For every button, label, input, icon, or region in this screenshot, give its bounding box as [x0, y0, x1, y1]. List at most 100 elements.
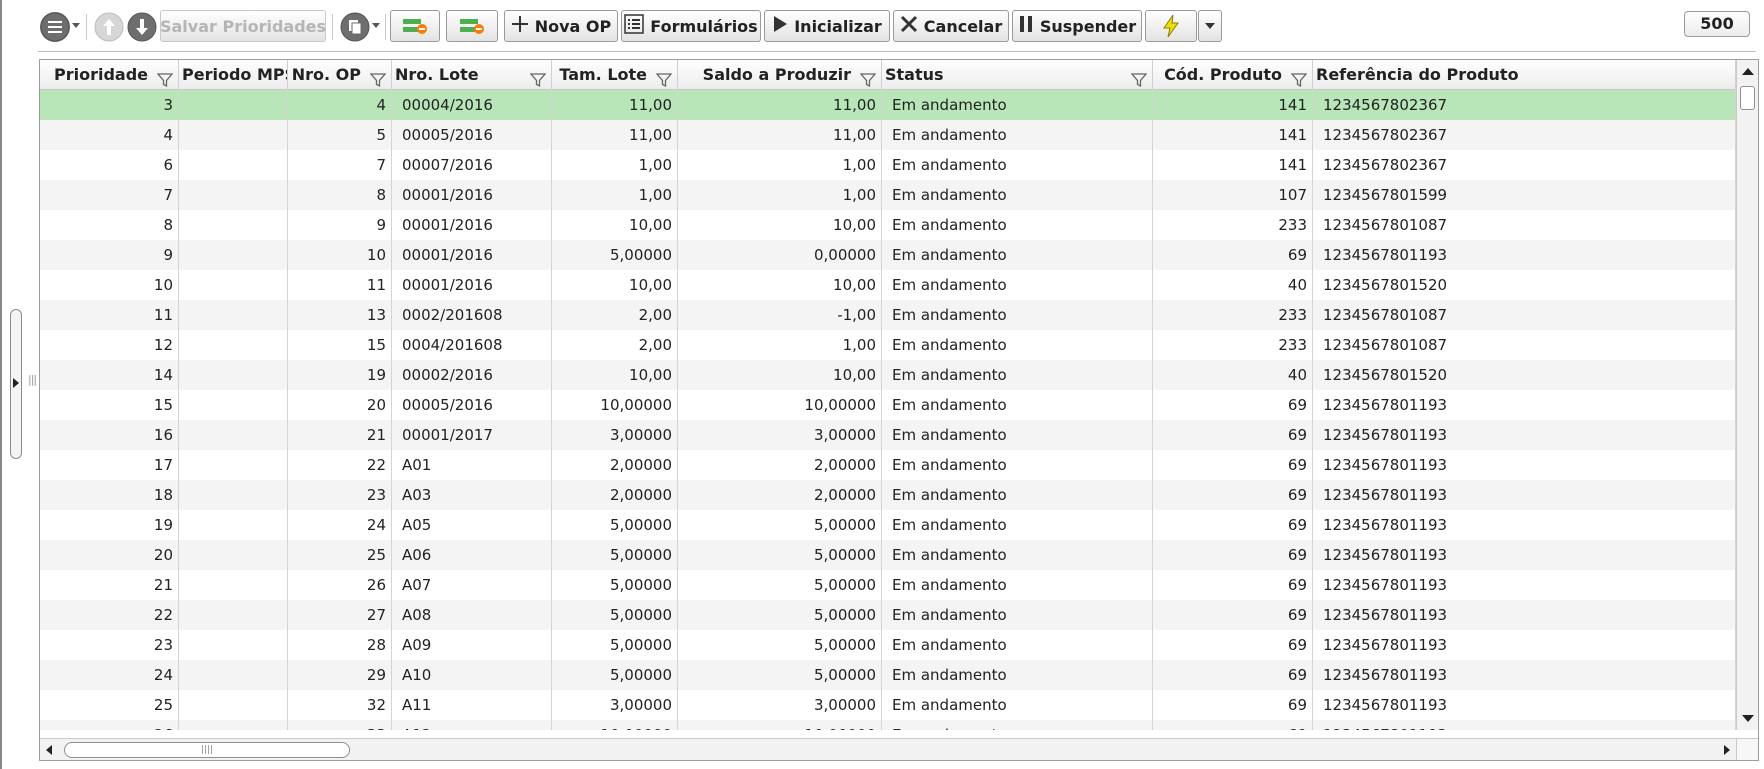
table-cell: Em andamento: [892, 576, 1007, 594]
column-header-label: Nro. Lote: [395, 65, 479, 84]
chevron-down-icon: [1205, 23, 1215, 29]
remove-row-alt-button[interactable]: [446, 10, 498, 42]
table-cell: 2,00000: [813, 456, 876, 474]
filter-icon[interactable]: [1130, 68, 1148, 88]
table-cell: [189, 630, 286, 660]
arrow-down-icon[interactable]: [127, 12, 157, 42]
table-row[interactable]: 8 9 00001/2016 10,00 10,00 Em andamento 233 123…: [40, 210, 1736, 240]
table-cell: Em andamento: [892, 396, 1007, 414]
list-menu-icon[interactable]: [40, 12, 70, 42]
filter-icon[interactable]: [859, 68, 877, 88]
table-row[interactable]: 23 28 A09 5,00000 5,00000 Em andamento 69 12345…: [40, 630, 1736, 660]
table-row[interactable]: 20 25 A06 5,00000 5,00000 Em andamento 69 12345…: [40, 540, 1736, 570]
table-cell: 00004/2016: [402, 96, 493, 114]
header-col-saldo-a-produzir[interactable]: Saldo a Produzir: [678, 60, 882, 90]
table-row[interactable]: 12 15 0004/201608 2,00 1,00 Em andamento 233 12…: [40, 330, 1736, 360]
vertical-scrollbar[interactable]: [1736, 60, 1758, 730]
table-row[interactable]: 11 13 0002/201608 2,00 -1,00 Em andamento 233 1…: [40, 300, 1736, 330]
scroll-right-icon[interactable]: [1724, 745, 1730, 755]
copy-document-icon[interactable]: [340, 12, 370, 42]
table-cell: 1234567801193: [1323, 546, 1448, 564]
chevron-down-icon[interactable]: [72, 23, 80, 28]
table-cell: 11,00: [629, 126, 672, 144]
table-row[interactable]: 3 4 00004/2016 11,00 11,00 Em andamento 141 123…: [40, 90, 1736, 120]
filter-icon[interactable]: [1290, 68, 1308, 88]
header-col-periodo-mps[interactable]: Periodo MPS: [179, 60, 288, 90]
toolbar-separator: [385, 14, 386, 40]
horizontal-scroll-thumb[interactable]: ||||: [64, 742, 350, 758]
table-row[interactable]: 14 19 00002/2016 10,00 10,00 Em andamento 40 12…: [40, 360, 1736, 390]
side-panel-toggle[interactable]: [10, 309, 22, 459]
table-row[interactable]: 7 8 00001/2016 1,00 1,00 Em andamento 107 12345…: [40, 180, 1736, 210]
table-cell: 18: [153, 486, 173, 504]
table-cell: 69: [1287, 246, 1307, 264]
table-cell: 5: [376, 126, 386, 144]
table-cell: 5,00000: [609, 666, 672, 684]
column-header-label: Prioridade: [53, 65, 148, 84]
table-cell: [189, 270, 286, 300]
play-icon: [772, 15, 788, 37]
table-row[interactable]: 9 10 00001/2016 5,00000 0,00000 Em andamento 6…: [40, 240, 1736, 270]
save-priorities-button[interactable]: Salvar Prioridades: [160, 10, 326, 42]
table-row[interactable]: 18 23 A03 2,00000 2,00000 Em andamento 69 12345…: [40, 480, 1736, 510]
header-col-tam-lote[interactable]: Tam. Lote: [552, 60, 678, 90]
table-cell: [189, 570, 286, 600]
filter-icon[interactable]: [529, 68, 547, 88]
table-cell: 0,00000: [813, 246, 876, 264]
table-cell: 10,00000: [552, 720, 672, 730]
table-cell: 1234567801193: [1323, 246, 1448, 264]
header-col-cod-produto[interactable]: Cód. Produto: [1153, 60, 1313, 90]
scroll-down-icon[interactable]: [1742, 715, 1754, 722]
header-col-nro-op[interactable]: Nro. OP: [288, 60, 392, 90]
new-op-button[interactable]: Nova OP: [504, 10, 618, 42]
table-row[interactable]: 17 22 A01 2,00000 2,00000 Em andamento 69 12345…: [40, 450, 1736, 480]
plus-icon: [511, 15, 529, 37]
table-cell: 141: [1278, 126, 1307, 144]
table-cell: Em andamento: [892, 306, 1007, 324]
table-cell: 1,00: [842, 156, 876, 174]
table-row[interactable]: 6 7 00007/2016 1,00 1,00 Em andamento 141 12345…: [40, 150, 1736, 180]
resize-grip-icon[interactable]: |||: [28, 373, 37, 386]
table-cell: 19: [153, 516, 173, 534]
table-cell: A12: [402, 720, 550, 730]
actions-button[interactable]: [1145, 10, 1197, 42]
remove-row-button[interactable]: [390, 10, 440, 42]
record-count[interactable]: 500: [1684, 11, 1750, 37]
forms-button[interactable]: Formulários: [621, 10, 761, 42]
filter-icon[interactable]: [369, 68, 387, 88]
table-row[interactable]: 25 32 A11 3,00000 3,00000 Em andamento 69 12345…: [40, 690, 1736, 720]
arrow-up-icon[interactable]: [94, 12, 124, 42]
table-row[interactable]: 15 20 00005/2016 10,00000 10,00000 Em andamen…: [40, 390, 1736, 420]
table-cell: 6: [163, 156, 173, 174]
header-col-status[interactable]: Status: [882, 60, 1153, 90]
horizontal-scrollbar[interactable]: ||||: [40, 738, 1736, 760]
table-row[interactable]: 10 11 00001/2016 10,00 10,00 Em andamento 40 12…: [40, 270, 1736, 300]
header-col-prioridade[interactable]: Prioridade: [40, 60, 179, 90]
header-col-referencia-produto[interactable]: Referência do Produto: [1313, 60, 1736, 90]
actions-dropdown-button[interactable]: [1198, 10, 1222, 42]
table-row[interactable]: 2633A1210,0000010,00000Em andamento69123…: [40, 720, 1736, 730]
table-row[interactable]: 24 29 A10 5,00000 5,00000 Em andamento 69 12345…: [40, 660, 1736, 690]
table-row[interactable]: 22 27 A08 5,00000 5,00000 Em andamento 69 12345…: [40, 600, 1736, 630]
table-cell: [189, 90, 286, 120]
header-col-nro-lote[interactable]: Nro. Lote: [392, 60, 552, 90]
cancel-button[interactable]: Cancelar: [893, 10, 1009, 42]
start-button[interactable]: Inicializar: [764, 10, 890, 42]
table-cell: 69: [1153, 720, 1307, 730]
table-cell: 233: [1278, 336, 1307, 354]
table-row[interactable]: 19 24 A05 5,00000 5,00000 Em andamento 69 12345…: [40, 510, 1736, 540]
filter-icon[interactable]: [156, 68, 174, 88]
table-cell: 2,00: [638, 336, 672, 354]
table-cell: [189, 180, 286, 210]
table-row[interactable]: 21 26 A07 5,00000 5,00000 Em andamento 69 12345…: [40, 570, 1736, 600]
filter-icon[interactable]: [655, 68, 673, 88]
chevron-down-icon[interactable]: [372, 23, 380, 28]
table-cell: 5,00000: [813, 516, 876, 534]
table-row[interactable]: 16 21 00001/2017 3,00000 3,00000 Em andamento…: [40, 420, 1736, 450]
vertical-scroll-thumb[interactable]: [1740, 86, 1755, 110]
scroll-up-icon[interactable]: [1742, 68, 1754, 75]
suspend-button[interactable]: Suspender: [1012, 10, 1142, 42]
scroll-left-icon[interactable]: [46, 745, 52, 755]
table-cell: 69: [1287, 516, 1307, 534]
table-row[interactable]: 4 5 00005/2016 11,00 11,00 Em andamento 141 123…: [40, 120, 1736, 150]
